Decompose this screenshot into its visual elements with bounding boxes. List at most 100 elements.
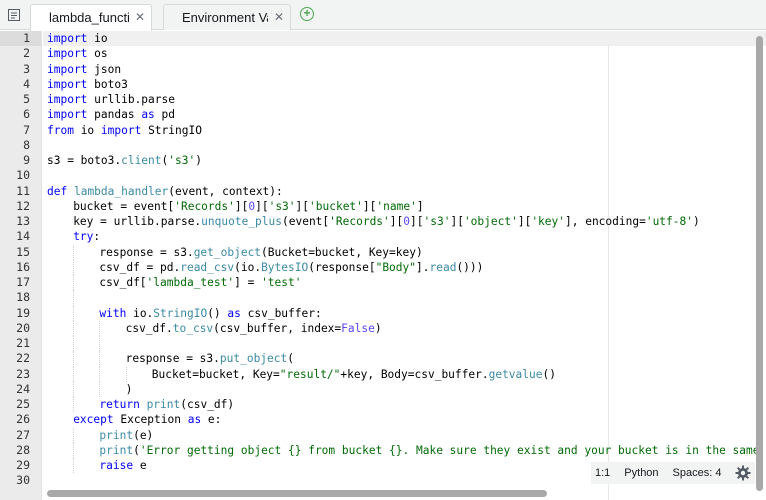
code-token: as — [187, 413, 202, 427]
code-line[interactable]: import io — [43, 31, 766, 47]
indent-guide — [125, 366, 127, 382]
code-line[interactable]: return print(csv_df) — [43, 397, 766, 413]
indent-guide — [99, 320, 101, 336]
code-line[interactable]: csv_df['lambda_test'] = 'test' — [43, 275, 766, 291]
code-token: json — [87, 62, 122, 76]
code-token: ][ — [362, 199, 377, 213]
code-line[interactable]: import json — [43, 62, 766, 77]
code-line[interactable]: import os — [43, 46, 766, 61]
code-line[interactable]: def lambda_handler(event, context): — [43, 184, 766, 199]
code-token: import — [47, 108, 88, 122]
code-token: 'object' — [463, 215, 518, 228]
line-number: 10 — [16, 168, 30, 183]
code-line[interactable]: s3 = boto3.client('s3') — [43, 153, 766, 168]
tab-lambda-function[interactable]: lambda_function ✕ — [30, 4, 152, 31]
gear-icon[interactable] — [735, 465, 751, 481]
code-line[interactable]: Bucket=bucket, Key="result/"+key, Body=c… — [43, 366, 766, 382]
code-line[interactable] — [43, 168, 766, 183]
code-token: csv_df[ — [99, 276, 147, 289]
editor-status-bar: 1:1 Python Spaces: 4 — [591, 462, 756, 484]
cursor-position: 1:1 — [595, 467, 611, 479]
code-token: 'name' — [376, 199, 417, 213]
code-line[interactable] — [43, 290, 766, 306]
code-token: (response[ — [308, 260, 376, 274]
code-token: 'utf-8' — [645, 215, 693, 228]
code-line[interactable]: response = s3.put_object( — [43, 351, 766, 367]
line-number: 16 — [16, 259, 30, 274]
code-line[interactable]: print(e) — [43, 427, 766, 443]
code-line[interactable] — [43, 138, 766, 153]
code-line[interactable]: print('Error getting object {} from buck… — [43, 442, 766, 458]
code-token: import — [47, 93, 88, 106]
code-token: import — [47, 47, 88, 61]
code-token: 'Records' — [329, 215, 390, 228]
code-line[interactable]: except Exception as e: — [43, 412, 766, 427]
line-number: 12 — [16, 198, 30, 213]
indent-setting[interactable]: Spaces: 4 — [673, 467, 722, 479]
horizontal-scrollbar[interactable] — [47, 490, 547, 497]
code-token: io — [73, 123, 101, 137]
code-token: +key, Body=csv_buffer. — [340, 367, 489, 381]
indent-guide — [73, 259, 75, 275]
indent-guide — [99, 351, 101, 367]
line-number: 24 — [16, 381, 30, 396]
indent-guide — [73, 458, 75, 474]
line-number: 7 — [23, 122, 30, 137]
code-line[interactable] — [43, 336, 766, 352]
code-token: Bucket=bucket, Key= — [151, 367, 280, 381]
tab-environment-variables[interactable]: Environment Vari ✕ — [163, 4, 291, 30]
code-token: 's3' — [268, 199, 296, 213]
code-line[interactable]: bucket = event['Records'][0]['s3']['buck… — [43, 199, 766, 214]
line-number: 26 — [16, 412, 30, 427]
line-number: 5 — [23, 92, 30, 106]
code-token: ]. — [416, 260, 430, 274]
vertical-scrollbar[interactable] — [756, 36, 763, 491]
code-token: ())) — [456, 260, 484, 274]
code-line[interactable]: try: — [43, 229, 766, 244]
code-token: read — [429, 260, 457, 274]
code-line[interactable]: import urllib.parse — [43, 92, 766, 107]
code-token: pandas — [87, 108, 142, 122]
code-line[interactable]: from io import StringIO — [43, 123, 766, 138]
code-token: ], encoding= — [565, 215, 646, 228]
file-menu-icon[interactable] — [6, 7, 22, 23]
code-line[interactable]: response = s3.get_object(Bucket=bucket, … — [43, 244, 766, 260]
line-number: 14 — [16, 229, 30, 244]
code-token: unquote_plus — [201, 215, 282, 228]
code-token: response = s3. — [99, 245, 194, 259]
code-token: key = urllib.parse. — [73, 215, 202, 228]
line-number: 29 — [16, 458, 30, 472]
code-token: 's3' — [168, 154, 196, 167]
code-token: with — [99, 306, 127, 320]
line-number: 21 — [16, 336, 30, 350]
indent-guide — [73, 427, 75, 443]
close-icon[interactable]: ✕ — [135, 5, 145, 30]
code-token: : — [93, 230, 101, 244]
code-token: get_object — [193, 245, 262, 259]
code-token: () — [542, 367, 556, 381]
line-number: 20 — [16, 320, 30, 335]
language-mode[interactable]: Python — [624, 467, 658, 479]
line-number: 30 — [16, 473, 30, 488]
code-token: Exception — [113, 413, 188, 427]
code-token: csv_df. — [125, 321, 173, 335]
code-token: try — [73, 230, 94, 244]
code-line[interactable]: csv_df.to_csv(csv_buffer, index=False) — [43, 320, 766, 336]
code-line[interactable]: with io.StringIO() as csv_buffer: — [43, 305, 766, 321]
code-line[interactable]: import pandas as pd — [43, 107, 766, 122]
add-tab-icon[interactable]: + — [300, 7, 314, 21]
close-icon[interactable]: ✕ — [274, 5, 284, 30]
code-editor[interactable]: 1 2 3 4 5 6 7 8 9 10 11 12 13 14 15 16 17 18 19 20 21 22 23 24 2… — [0, 31, 766, 500]
code-line[interactable]: ) — [43, 381, 766, 397]
indent-guide — [73, 381, 75, 397]
line-number: 25 — [16, 397, 30, 411]
tab-label: Environment Vari — [182, 10, 268, 25]
code-token: ][ — [295, 199, 310, 213]
code-line[interactable]: key = urllib.parse.unquote_plus(event['R… — [43, 214, 766, 229]
code-line[interactable]: import boto3 — [43, 77, 766, 92]
code-token: client — [121, 154, 162, 167]
code-token: os — [87, 47, 108, 61]
code-line[interactable]: csv_df = pd.read_csv(io.BytesIO(response… — [43, 259, 766, 275]
code-area[interactable]: import io import os import json import boto… — [43, 31, 766, 500]
